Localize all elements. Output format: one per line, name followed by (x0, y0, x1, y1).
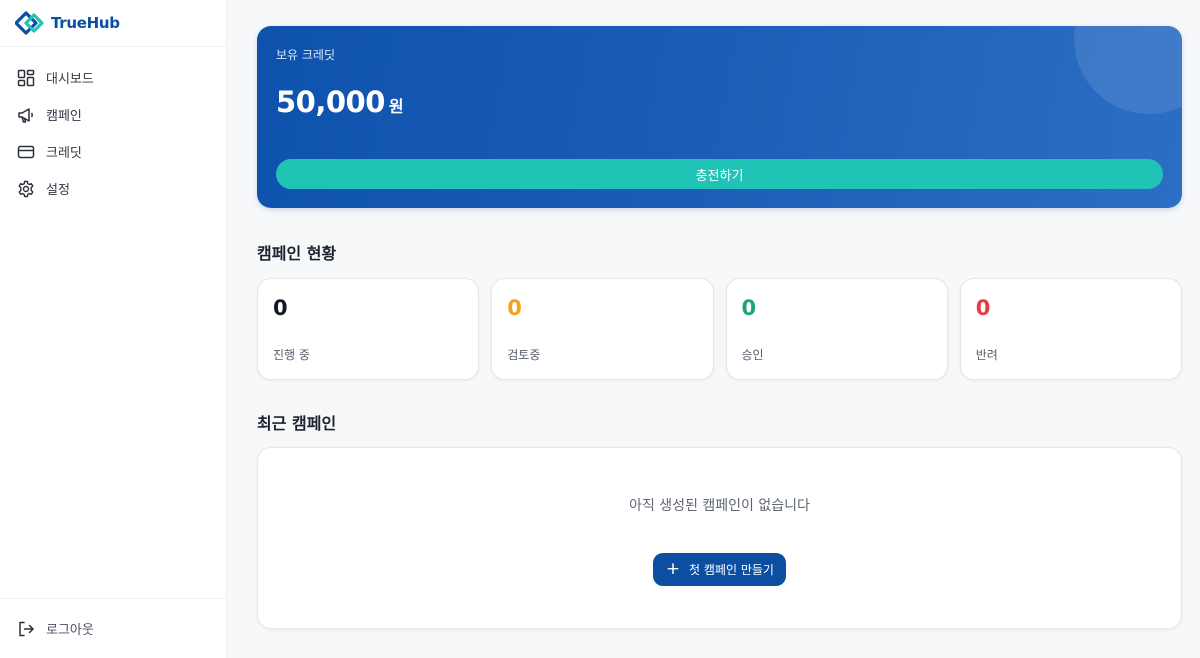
main-content: 보유 크레딧 50,000 원 충전하기 캠페인 현황 0 진행 중 0 검토중… (227, 0, 1200, 658)
truehub-logo-icon (15, 11, 44, 35)
create-first-campaign-button[interactable]: + 첫 캠페인 만들기 (653, 553, 786, 586)
empty-state-text: 아직 생성된 캠페인이 없습니다 (629, 498, 810, 514)
brand-name: TrueHub (51, 14, 120, 32)
stat-card-in-review: 0 검토중 (491, 278, 714, 380)
stat-value: 0 (975, 296, 991, 320)
stat-card-rejected: 0 반려 (959, 278, 1182, 380)
credit-unit: 원 (388, 97, 404, 116)
logout-label: 로그아웃 (46, 623, 94, 638)
sidebar-item-dashboard[interactable]: 대시보드 (0, 59, 226, 96)
campaign-stats: 0 진행 중 0 검토중 0 승인 0 반려 (257, 278, 1182, 380)
sidebar-nav: 대시보드 캠페인 크레딧 설정 (0, 47, 226, 598)
stat-card-in-progress: 0 진행 중 (257, 278, 480, 380)
dashboard-icon (17, 69, 35, 86)
stat-label: 검토중 (507, 348, 541, 362)
stat-label: 진행 중 (273, 348, 310, 362)
recent-campaigns-title: 최근 캠페인 (257, 414, 337, 433)
logout-icon (19, 621, 34, 636)
sidebar-item-campaign[interactable]: 캠페인 (0, 96, 226, 133)
credit-label: 보유 크레딧 (276, 48, 336, 62)
recent-campaigns-card: 아직 생성된 캠페인이 없습니다 + 첫 캠페인 만들기 (257, 447, 1182, 629)
credit-balance-card: 보유 크레딧 50,000 원 충전하기 (257, 26, 1182, 208)
stat-value: 0 (741, 296, 757, 320)
sidebar-item-label: 설정 (46, 183, 70, 198)
create-campaign-label: 첫 캠페인 만들기 (689, 563, 774, 577)
sidebar-item-label: 크레딧 (46, 146, 82, 161)
plus-icon: + (665, 559, 681, 579)
sidebar: TrueHub 대시보드 캠페인 크레딧 설정 로그아웃 (0, 0, 227, 658)
credit-amount-row: 50,000 원 (276, 85, 1163, 119)
gear-icon (18, 180, 34, 197)
app-root: TrueHub 대시보드 캠페인 크레딧 설정 로그아웃 보유 크레딧 50,0… (0, 0, 1200, 658)
campaign-status-title: 캠페인 현황 (257, 244, 337, 263)
credit-amount: 50,000 (276, 85, 385, 119)
sidebar-item-credit[interactable]: 크레딧 (0, 133, 226, 170)
sidebar-item-settings[interactable]: 설정 (0, 170, 226, 207)
megaphone-icon (18, 107, 33, 123)
sidebar-item-label: 대시보드 (46, 72, 94, 87)
credit-card-icon (17, 145, 35, 158)
brand[interactable]: TrueHub (0, 0, 226, 47)
stat-label: 승인 (741, 348, 764, 362)
sidebar-item-label: 캠페인 (46, 109, 82, 124)
stat-value: 0 (273, 296, 288, 320)
logout-button[interactable]: 로그아웃 (0, 610, 94, 647)
sidebar-footer: 로그아웃 (0, 598, 226, 658)
charge-button[interactable]: 충전하기 (276, 159, 1163, 189)
stat-label: 반려 (975, 348, 998, 362)
stat-value: 0 (507, 296, 522, 320)
stat-card-approved: 0 승인 (725, 278, 948, 380)
